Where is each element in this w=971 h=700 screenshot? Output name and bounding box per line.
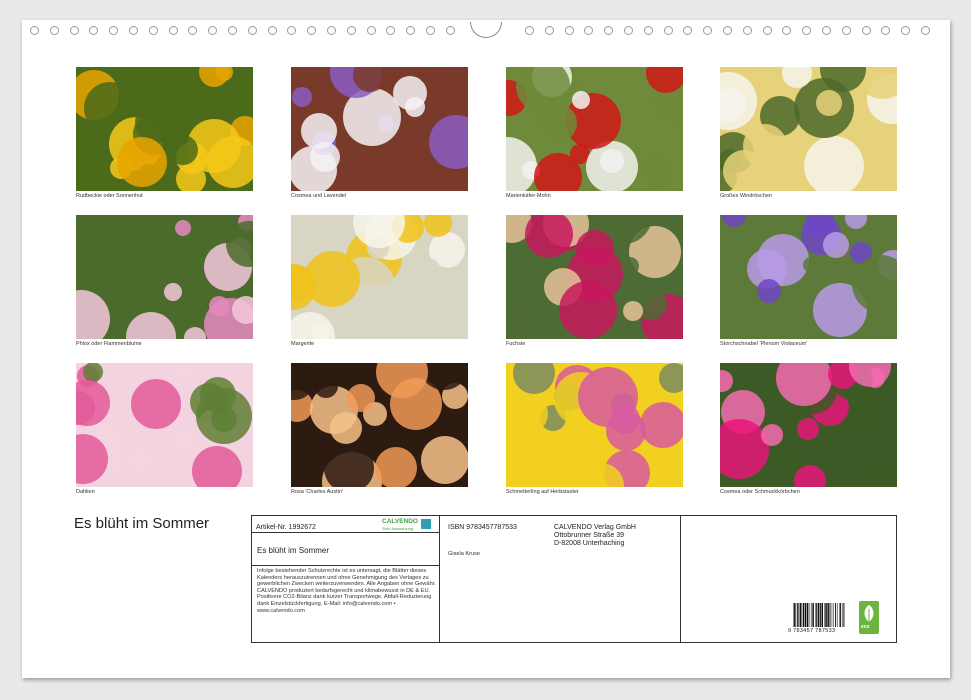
binding-ring: [208, 26, 218, 35]
photo-caption: Storchschnabel 'Plenum Violaceum': [720, 341, 808, 347]
binding-ring: [584, 26, 594, 35]
photo-caption: Dahlien: [76, 489, 95, 495]
flower-photo: [720, 215, 897, 339]
calvendo-tagline: Sehr Auswahlung: [382, 526, 414, 531]
binding-ring: [386, 26, 396, 35]
publisher-name: CALVENDO Verlag GmbH: [554, 524, 636, 531]
flower-photo: [291, 67, 468, 191]
flower-photo: [76, 67, 253, 191]
binding-ring: [426, 26, 435, 35]
photo-caption: Phlox oder Flammenblume: [76, 341, 142, 347]
binding-ring: [881, 26, 891, 35]
binding-ring: [604, 26, 614, 35]
binding-ring: [445, 26, 455, 35]
photo-caption: Cosmea oder Schmuckkörbchen: [720, 489, 800, 495]
calvendo-logo-icon: [421, 519, 431, 529]
divider: [439, 516, 440, 642]
photo-caption: Cosmea und Lavendel: [291, 193, 347, 199]
binding-ring: [327, 26, 336, 35]
barcode: [793, 603, 845, 627]
binding-ring: [89, 26, 99, 35]
binding-ring: [287, 26, 297, 35]
flower-photo: [291, 215, 468, 339]
binding-ring: [564, 26, 574, 35]
binding-ring: [346, 26, 356, 35]
divider: [252, 565, 439, 566]
binding-ring: [188, 26, 198, 35]
flower-photo: [506, 215, 683, 339]
binding-ring: [703, 26, 713, 35]
binding-ring: [109, 26, 119, 35]
flower-photo: [506, 363, 683, 487]
binding-ring: [307, 26, 317, 35]
flower-photo: [76, 215, 253, 339]
binding-ring: [544, 26, 554, 35]
flower-photo: [291, 363, 468, 487]
binding-ring: [168, 26, 178, 35]
binding-ring: [683, 26, 693, 35]
binding-ring: [782, 26, 792, 35]
binding-ring: [723, 26, 732, 35]
photo-caption: Margerite: [291, 341, 315, 347]
binding-ring: [406, 26, 416, 35]
binding-ring: [148, 26, 158, 35]
flower-photo: [720, 363, 897, 487]
article-number: Artikel-Nr. 1992672: [256, 524, 316, 531]
calendar-title: Es blüht im Sommer: [74, 515, 210, 532]
photo-caption: Rudbeckie oder Sonnenhut: [76, 193, 143, 199]
binding-ring: [267, 26, 277, 35]
binding-ring: [49, 26, 59, 35]
legal-notice: Infolge bestehender Schutzrechte ist es …: [257, 568, 436, 614]
flower-photo: [76, 363, 253, 487]
eco-label: eco: [861, 624, 870, 630]
photo-caption: Rosa 'Charles Austin': [291, 489, 343, 495]
flower-photo: [506, 67, 683, 191]
calvendo-logo: CALVENDO: [382, 518, 418, 525]
binding-ring: [822, 26, 831, 35]
binding-ring: [247, 26, 257, 35]
binding-ring: [802, 26, 812, 35]
binding-ring: [69, 26, 79, 35]
author: Gisela Kruse: [448, 551, 481, 557]
isbn: ISBN 9783457787533: [448, 524, 517, 531]
photo-caption: Schmetterling auf Herbstaster: [506, 489, 579, 495]
binding-ring: [861, 26, 871, 35]
binding-ring: [525, 26, 534, 35]
barcode-digits: 9 783457 787533: [788, 628, 836, 634]
binding-ring: [742, 26, 752, 35]
binding-ring: [228, 26, 237, 35]
publisher-city: D-82008 Unterhaching: [554, 540, 625, 547]
binding-ring: [901, 26, 911, 35]
divider: [680, 516, 681, 642]
binding-ring: [921, 26, 930, 35]
publisher-street: Ottobrunner Straße 39: [554, 532, 625, 539]
binding-ring: [366, 26, 376, 35]
binding-ring: [841, 26, 851, 35]
photo-caption: Marienkäfer-Mohn: [506, 193, 551, 199]
binding-ring: [643, 26, 653, 35]
binding-ring: [624, 26, 633, 35]
binding-ring: [663, 26, 673, 35]
photo-caption: Großes Windröschen: [720, 193, 772, 199]
photo-caption: Fuchsie: [506, 341, 526, 347]
binding-ring: [30, 26, 39, 35]
flower-photo: [720, 67, 897, 191]
binding-ring: [129, 26, 138, 35]
binding-ring: [762, 26, 772, 35]
info-title: Es blüht im Sommer: [257, 546, 330, 555]
